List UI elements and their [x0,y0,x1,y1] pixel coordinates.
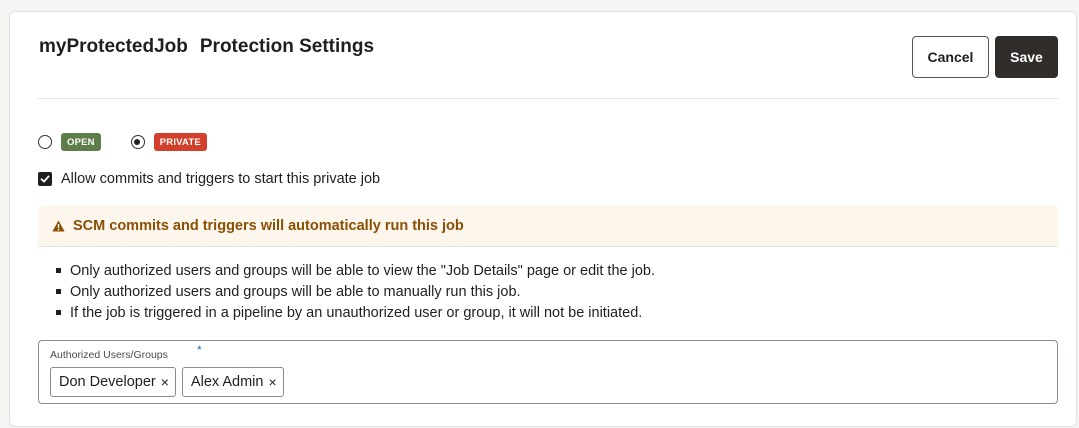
chip-label: Alex Admin [190,374,264,390]
authorized-users-label: Authorized Users/Groups [50,349,168,361]
remove-chip-icon[interactable]: × [268,374,276,390]
allow-commits-checkbox[interactable] [38,172,52,186]
checkmark-icon [40,175,50,183]
header-divider [38,98,1058,99]
notes-list: Only authorized users and groups will be… [56,260,655,323]
warning-triangle-icon [52,220,65,232]
authorized-users-field[interactable]: Authorized Users/Groups * Don Developer … [38,340,1058,404]
chip-alex-admin[interactable]: Alex Admin × [181,367,284,397]
protection-radio-group: OPEN PRIVATE [38,132,207,152]
list-item: Only authorized users and groups will be… [56,260,655,281]
bullet-square-icon [56,268,61,273]
open-badge: OPEN [61,133,101,151]
job-name: myProtectedJob [39,36,188,57]
save-button[interactable]: Save [995,36,1058,78]
section-title: Protection Settings [199,36,375,57]
page-title: myProtectedJob Protection Settings [39,36,374,58]
allow-commits-label: Allow commits and triggers to start this… [61,171,381,187]
chip-don-developer[interactable]: Don Developer × [50,367,176,397]
protection-settings-panel: myProtectedJob Protection Settings Cancel… [9,11,1077,427]
list-item: If the job is triggered in a pipeline by… [56,302,655,323]
note-text: Only authorized users and groups will be… [70,283,521,300]
allow-commits-row: Allow commits and triggers to start this… [38,170,380,188]
private-badge: PRIVATE [153,133,207,151]
header: myProtectedJob Protection Settings Cancel… [10,12,1076,98]
bullet-square-icon [56,289,61,294]
radio-private[interactable] [130,135,145,149]
list-item: Only authorized users and groups will be… [56,281,655,302]
radio-open[interactable] [38,135,52,149]
cancel-button[interactable]: Cancel [912,36,989,78]
warning-text: SCM commits and triggers will automatica… [73,218,464,234]
required-marker: * [197,343,202,357]
chip-list: Don Developer × Alex Admin × [50,367,290,397]
warning-banner: SCM commits and triggers will automatica… [38,206,1058,247]
note-text: Only authorized users and groups will be… [70,262,655,279]
note-text: If the job is triggered in a pipeline by… [70,304,643,321]
remove-chip-icon[interactable]: × [161,374,169,390]
bullet-square-icon [56,310,61,315]
chip-label: Don Developer [59,374,156,390]
